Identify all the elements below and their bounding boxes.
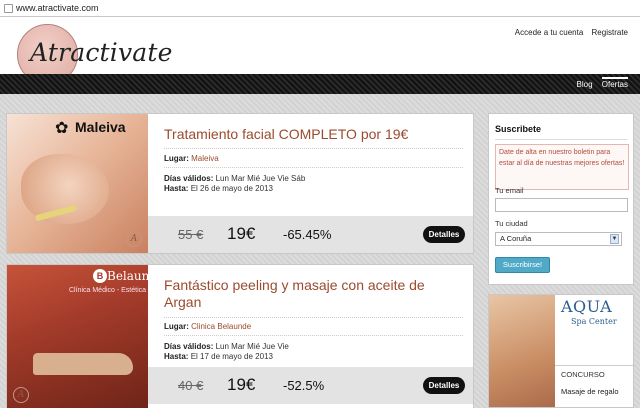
nav-blog[interactable]: Blog xyxy=(577,80,593,89)
details-button[interactable]: Detalles xyxy=(423,377,465,394)
new-price: 19€ xyxy=(227,224,256,243)
subscribe-button[interactable]: Suscribirse! xyxy=(495,257,550,273)
offer-card[interactable]: ✿ Maleiva A Tratamiento facial COMPLETO … xyxy=(6,113,474,254)
offer-title[interactable]: Fantástico peeling y masaje con aceite d… xyxy=(164,277,463,311)
subscribe-note: Date de alta en nuestro boletin para est… xyxy=(495,144,629,190)
register-link[interactable]: Registrate xyxy=(592,28,628,37)
offer-until: Hasta: El 26 de mayo de 2013 xyxy=(164,184,273,193)
email-label: Tu email xyxy=(495,186,524,195)
page-icon xyxy=(4,4,13,13)
account-links: Accede a tu cuenta Registrate xyxy=(509,28,628,37)
city-select[interactable]: A Coruña ▼ xyxy=(495,232,622,246)
offer-days: Días válidos: Lun Mar Mié Jue Vie xyxy=(164,342,289,351)
hand-illustration xyxy=(33,353,133,375)
discount: -52.5% xyxy=(283,378,325,393)
offer-image[interactable]: ✿ Maleiva A xyxy=(7,114,148,253)
offer-location: Lugar: Clinica Belaunde xyxy=(164,322,252,331)
brand-subtitle: Clínica Médico - Estética xyxy=(69,287,147,294)
city-label: Tu ciudad xyxy=(495,219,528,228)
offer-title[interactable]: Tratamiento facial COMPLETO por 19€ xyxy=(164,126,463,143)
watermark-icon: A xyxy=(13,387,29,403)
brand-logo: Maleiva xyxy=(75,119,126,135)
brand-logo-icon: B xyxy=(93,269,107,283)
ad-image xyxy=(489,295,555,407)
divider xyxy=(164,335,463,336)
price-bar: 40 € 19€ -52.5% Detalles xyxy=(148,367,473,404)
price-bar: 55 € 19€ -65.45% Detalles xyxy=(148,216,473,253)
chevron-down-icon[interactable]: ▼ xyxy=(610,234,619,244)
discount: -65.45% xyxy=(283,227,332,242)
site-logo[interactable]: Atractivate xyxy=(30,38,173,67)
offer-card[interactable]: B Belaunde Clínica Médico - Estética A F… xyxy=(6,264,474,408)
ad-concurso: CONCURSO xyxy=(561,370,605,379)
url-text[interactable]: www.atractivate.com xyxy=(16,3,99,13)
watermark-icon: A xyxy=(126,231,142,247)
offer-days: Días válidos: Lun Mar Mié Jue Vie Sáb xyxy=(164,174,306,183)
details-button[interactable]: Detalles xyxy=(423,226,465,243)
offer-until: Hasta: El 17 de mayo de 2013 xyxy=(164,352,273,361)
ad-title: AQUA xyxy=(561,297,613,316)
divider xyxy=(164,167,463,168)
main-nav: Blog Ofertas xyxy=(0,74,640,94)
ad-masaje: Masaje de regalo xyxy=(561,387,619,396)
divider xyxy=(164,148,463,149)
old-price: 55 € xyxy=(178,227,204,242)
subscribe-widget: Suscribete Date de alta en nuestro bolet… xyxy=(488,113,634,285)
offer-location: Lugar: Maleiva xyxy=(164,154,219,163)
new-price: 19€ xyxy=(227,375,256,394)
divider xyxy=(164,317,463,318)
flower-icon: ✿ xyxy=(55,120,69,137)
divider xyxy=(495,139,627,140)
login-link[interactable]: Accede a tu cuenta xyxy=(515,28,584,37)
brand-logo: Belaunde xyxy=(107,269,148,283)
email-field[interactable] xyxy=(495,198,628,212)
nav-ofertas[interactable]: Ofertas xyxy=(601,77,628,89)
browser-address-bar[interactable]: www.atractivate.com xyxy=(0,0,640,17)
ad-subtitle: Spa Center xyxy=(571,317,617,326)
offer-image[interactable]: B Belaunde Clínica Médico - Estética A xyxy=(7,265,148,408)
subscribe-title: Suscribete xyxy=(495,124,542,134)
spa-advertisement[interactable]: AQUA Spa Center CONCURSO Masaje de regal… xyxy=(488,294,634,408)
old-price: 40 € xyxy=(178,378,204,393)
